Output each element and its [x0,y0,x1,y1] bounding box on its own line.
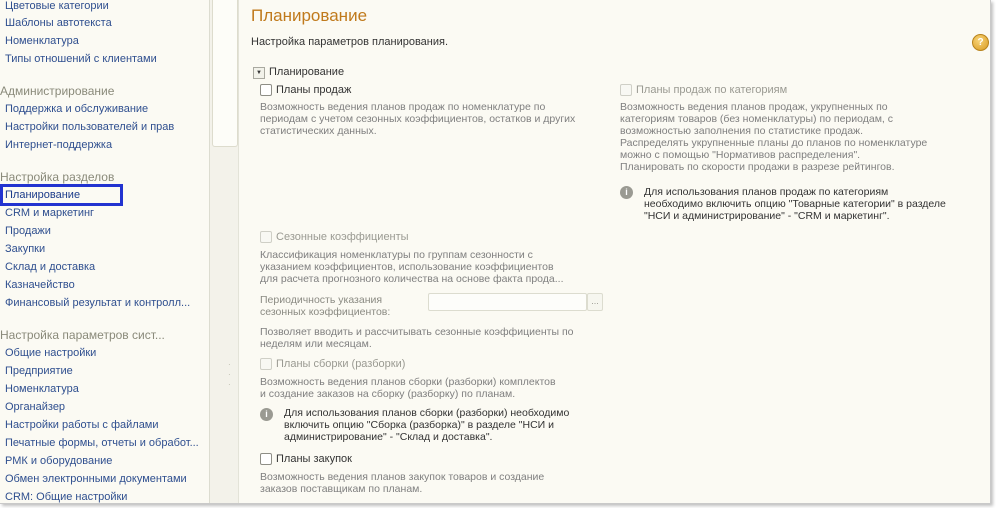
sidebar-item-organizer[interactable]: Органайзер [5,401,65,413]
assembly-plans-label[interactable]: Планы сборки (разборки) [276,358,405,370]
assembly-plans-info: Для использования планов сборки (разборк… [284,407,570,443]
scrollbar-thumb[interactable] [212,0,238,147]
sidebar-group-system-settings: Настройка параметров сист... [0,328,165,342]
sidebar-navigation: Цветовые категории Шаблоны автотекста Но… [0,0,210,503]
selection-highlight [0,184,123,206]
sidebar-item-warehouse[interactable]: Склад и доставка [5,261,95,273]
sidebar-group-section-settings: Настройка разделов [0,170,115,184]
main-panel: Планирование Настройка параметров планир… [240,0,990,503]
info-icon: i [620,186,633,199]
purchase-plans-description: Возможность ведения планов закупок товар… [260,471,545,495]
help-icon[interactable]: ? [972,34,989,51]
sidebar-item-general-settings[interactable]: Общие настройки [5,347,96,359]
sidebar-item-crm-marketing[interactable]: CRM и маркетинг [5,207,94,219]
seasonal-periodicity-label: Периодичность указания сезонных коэффици… [260,294,391,318]
assembly-plans-description: Возможность ведения планов сборки (разбо… [260,376,556,400]
sidebar-item-nomenclature[interactable]: Номенклатура [5,35,79,47]
sidebar-item-nomenclature-settings[interactable]: Номенклатура [5,383,79,395]
category-plans-label[interactable]: Планы продаж по категориям [636,84,787,96]
info-icon: i [260,408,273,421]
purchase-plans-label[interactable]: Планы закупок [276,453,352,465]
sidebar-group-administration: Администрирование [0,84,115,98]
sales-plans-description: Возможность ведения планов продаж по ном… [260,101,576,137]
category-plans-checkbox[interactable] [620,84,632,96]
sidebar-item-crm-general[interactable]: CRM: Общие настройки [5,491,127,503]
seasonal-coefficients-checkbox[interactable] [260,231,272,243]
sidebar-item-enterprise[interactable]: Предприятие [5,365,73,377]
select-button[interactable]: ... [587,293,603,311]
page-title: Планирование [251,6,368,25]
sidebar-item-financial-result[interactable]: Финансовый результат и контролл... [5,297,190,309]
application-window: Цветовые категории Шаблоны автотекста Но… [0,0,991,504]
sidebar-item-support[interactable]: Поддержка и обслуживание [5,103,148,115]
seasonal-periodicity-description: Позволяет вводить и рассчитывать сезонны… [260,326,574,350]
category-plans-description: Возможность ведения планов продаж, укруп… [620,101,928,173]
sidebar-item-print-forms[interactable]: Печатные формы, отчеты и обработ... [5,437,199,449]
page-subtitle: Настройка параметров планирования. [251,36,449,48]
sidebar-scrollbar[interactable] [209,0,239,503]
seasonal-periodicity-input[interactable] [428,293,587,311]
sidebar-item-pos-equipment[interactable]: РМК и оборудование [5,455,112,467]
splitter-grip-icon[interactable]: · · · [228,360,232,390]
sidebar-item-user-settings[interactable]: Настройки пользователей и прав [5,121,174,133]
sidebar-item-file-settings[interactable]: Настройки работы с файлами [5,419,159,431]
sidebar-item-internet-support[interactable]: Интернет-поддержка [5,139,112,151]
seasonal-coefficients-label[interactable]: Сезонные коэффициенты [276,231,409,243]
seasonal-coefficients-description: Классификация номенклатуры по группам се… [260,249,564,285]
sales-plans-label[interactable]: Планы продаж [276,84,351,96]
purchase-plans-checkbox[interactable] [260,453,272,465]
sidebar-item-purchases[interactable]: Закупки [5,243,45,255]
sidebar-item-edi[interactable]: Обмен электронными документами [5,473,187,485]
assembly-plans-checkbox[interactable] [260,358,272,370]
collapse-toggle-icon[interactable]: ▼ [253,67,265,79]
section-header-planning[interactable]: Планирование [269,66,344,78]
sidebar-item-sales[interactable]: Продажи [5,225,51,237]
sidebar-item-client-relations[interactable]: Типы отношений с клиентами [5,53,157,65]
category-plans-info: Для использования планов продаж по катег… [644,186,946,222]
sidebar-item-color-categories[interactable]: Цветовые категории [5,0,109,12]
sidebar-item-autotext-templates[interactable]: Шаблоны автотекста [5,17,112,29]
sales-plans-checkbox[interactable] [260,84,272,96]
sidebar-item-treasury[interactable]: Казначейство [5,279,75,291]
